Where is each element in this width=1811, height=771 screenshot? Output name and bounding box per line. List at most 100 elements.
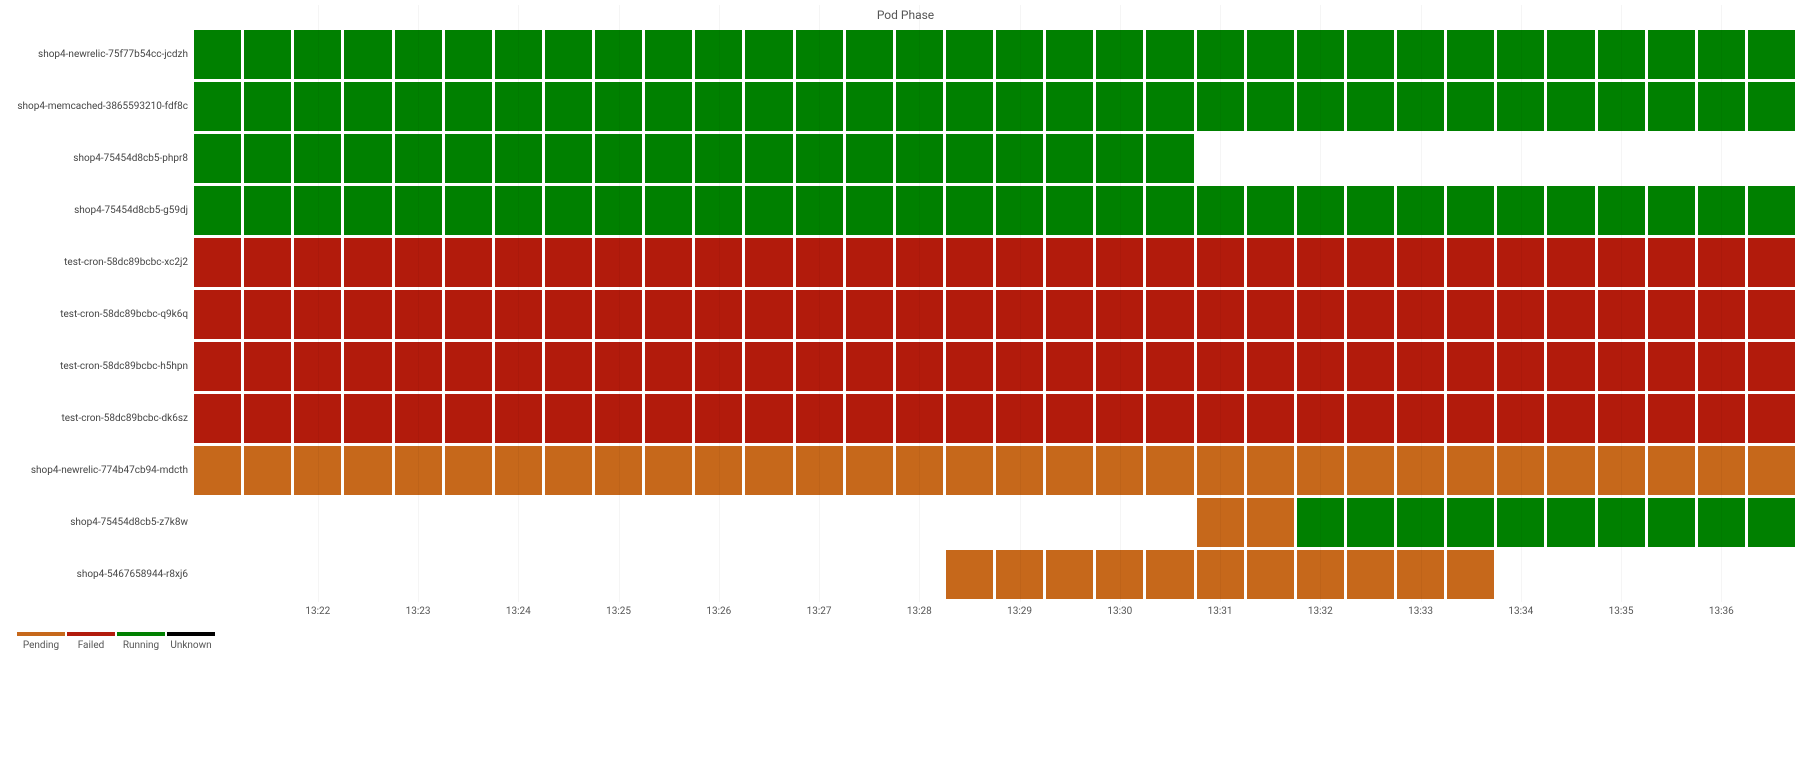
heatmap-cell[interactable]: [545, 498, 592, 547]
heatmap-cell[interactable]: [1497, 290, 1544, 339]
heatmap-cell[interactable]: [1547, 394, 1594, 443]
heatmap-cell[interactable]: [1547, 342, 1594, 391]
heatmap-cell[interactable]: [896, 498, 943, 547]
heatmap-cell[interactable]: [1397, 82, 1444, 131]
heatmap-cell[interactable]: [745, 394, 792, 443]
heatmap-cell[interactable]: [1146, 446, 1193, 495]
heatmap-cell[interactable]: [1096, 82, 1143, 131]
heatmap-cell[interactable]: [796, 134, 843, 183]
heatmap-cell[interactable]: [495, 394, 542, 443]
heatmap-cell[interactable]: [1247, 30, 1294, 79]
heatmap-cell[interactable]: [946, 446, 993, 495]
heatmap-cell[interactable]: [695, 82, 742, 131]
heatmap-cell[interactable]: [545, 550, 592, 599]
heatmap-cell[interactable]: [1347, 134, 1394, 183]
heatmap-cell[interactable]: [996, 498, 1043, 547]
heatmap-cell[interactable]: [1748, 30, 1795, 79]
heatmap-cell[interactable]: [1497, 394, 1544, 443]
heatmap-cell[interactable]: [1648, 342, 1695, 391]
heatmap-cell[interactable]: [1698, 290, 1745, 339]
heatmap-cell[interactable]: [996, 550, 1043, 599]
heatmap-cell[interactable]: [1297, 498, 1344, 547]
heatmap-cell[interactable]: [695, 186, 742, 235]
heatmap-cell[interactable]: [1497, 82, 1544, 131]
heatmap-cell[interactable]: [294, 290, 341, 339]
heatmap-cell[interactable]: [1197, 498, 1244, 547]
heatmap-cell[interactable]: [1698, 30, 1745, 79]
heatmap-cell[interactable]: [796, 446, 843, 495]
heatmap-cell[interactable]: [344, 186, 391, 235]
heatmap-cell[interactable]: [1648, 82, 1695, 131]
heatmap-cell[interactable]: [1247, 134, 1294, 183]
heatmap-cell[interactable]: [1297, 446, 1344, 495]
heatmap-cell[interactable]: [1598, 550, 1645, 599]
heatmap-cell[interactable]: [1046, 238, 1093, 287]
heatmap-cell[interactable]: [1648, 238, 1695, 287]
heatmap-cell[interactable]: [395, 134, 442, 183]
heatmap-cell[interactable]: [695, 342, 742, 391]
heatmap-cell[interactable]: [1197, 82, 1244, 131]
legend-item[interactable]: Pending: [16, 632, 66, 651]
heatmap-cell[interactable]: [1046, 394, 1093, 443]
heatmap-cell[interactable]: [1748, 238, 1795, 287]
heatmap-cell[interactable]: [745, 238, 792, 287]
heatmap-cell[interactable]: [1096, 394, 1143, 443]
heatmap-cell[interactable]: [244, 238, 291, 287]
heatmap-cell[interactable]: [645, 290, 692, 339]
heatmap-cell[interactable]: [1096, 238, 1143, 287]
heatmap-cell[interactable]: [244, 30, 291, 79]
heatmap-cell[interactable]: [445, 134, 492, 183]
heatmap-cell[interactable]: [495, 238, 542, 287]
heatmap-cell[interactable]: [1197, 290, 1244, 339]
heatmap-cell[interactable]: [1397, 342, 1444, 391]
heatmap-cell[interactable]: [796, 498, 843, 547]
heatmap-cell[interactable]: [645, 342, 692, 391]
heatmap-cell[interactable]: [946, 186, 993, 235]
heatmap-cell[interactable]: [1748, 394, 1795, 443]
heatmap-cell[interactable]: [1247, 342, 1294, 391]
heatmap-cell[interactable]: [846, 446, 893, 495]
heatmap-cell[interactable]: [294, 238, 341, 287]
heatmap-cell[interactable]: [545, 134, 592, 183]
heatmap-cell[interactable]: [244, 290, 291, 339]
heatmap-cell[interactable]: [1146, 550, 1193, 599]
heatmap-cell[interactable]: [1096, 446, 1143, 495]
heatmap-cell[interactable]: [1096, 186, 1143, 235]
heatmap-cell[interactable]: [1598, 290, 1645, 339]
heatmap-cell[interactable]: [545, 186, 592, 235]
heatmap-cell[interactable]: [946, 82, 993, 131]
heatmap-cell[interactable]: [545, 238, 592, 287]
heatmap-cell[interactable]: [344, 238, 391, 287]
heatmap-cell[interactable]: [946, 238, 993, 287]
heatmap-cell[interactable]: [946, 134, 993, 183]
heatmap-cell[interactable]: [1146, 186, 1193, 235]
heatmap-cell[interactable]: [244, 498, 291, 547]
heatmap-cell[interactable]: [996, 82, 1043, 131]
heatmap-cell[interactable]: [1648, 550, 1695, 599]
heatmap-cell[interactable]: [846, 550, 893, 599]
heatmap-cell[interactable]: [395, 446, 442, 495]
heatmap-cell[interactable]: [595, 550, 642, 599]
heatmap-cell[interactable]: [244, 342, 291, 391]
heatmap-cell[interactable]: [1046, 446, 1093, 495]
heatmap-cell[interactable]: [1197, 186, 1244, 235]
heatmap-cell[interactable]: [1447, 342, 1494, 391]
heatmap-cell[interactable]: [545, 446, 592, 495]
heatmap-cell[interactable]: [595, 186, 642, 235]
heatmap-cell[interactable]: [445, 446, 492, 495]
heatmap-cell[interactable]: [1598, 342, 1645, 391]
heatmap-cell[interactable]: [194, 550, 241, 599]
heatmap-cell[interactable]: [846, 30, 893, 79]
heatmap-cell[interactable]: [946, 550, 993, 599]
heatmap-cell[interactable]: [645, 134, 692, 183]
heatmap-cell[interactable]: [1247, 82, 1294, 131]
heatmap-cell[interactable]: [395, 550, 442, 599]
heatmap-cell[interactable]: [1297, 134, 1344, 183]
heatmap-cell[interactable]: [344, 446, 391, 495]
heatmap-cell[interactable]: [1447, 498, 1494, 547]
heatmap-cell[interactable]: [846, 342, 893, 391]
heatmap-cell[interactable]: [1748, 82, 1795, 131]
heatmap-cell[interactable]: [1598, 238, 1645, 287]
heatmap-cell[interactable]: [896, 446, 943, 495]
heatmap-cell[interactable]: [1197, 342, 1244, 391]
